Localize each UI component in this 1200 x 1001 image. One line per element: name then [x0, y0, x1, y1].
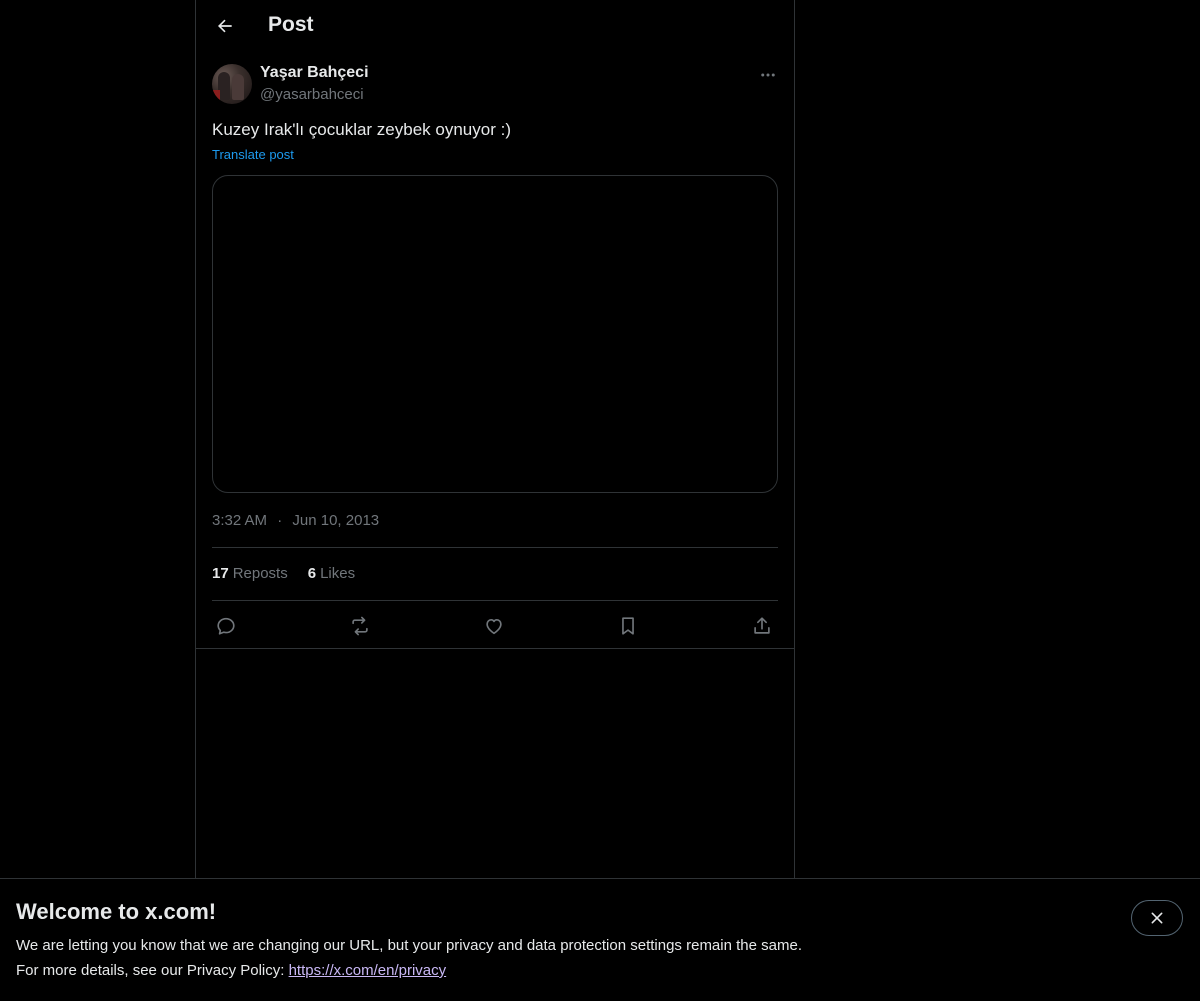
post-bottom-border — [196, 648, 794, 649]
like-button[interactable] — [480, 612, 508, 640]
post-header: Post — [196, 0, 794, 53]
author-handle[interactable]: @yasarbahceci — [260, 86, 364, 103]
timestamp-separator: · — [277, 512, 283, 529]
more-options-button[interactable] — [756, 64, 780, 86]
author-display-name[interactable]: Yaşar Bahçeci — [260, 64, 369, 82]
close-icon — [1151, 912, 1163, 924]
arrow-left-icon — [218, 19, 232, 33]
likes-stat[interactable]: 6 Likes — [308, 565, 355, 582]
reposts-count: 17 — [212, 565, 229, 582]
banner-privacy-line: For more details, see our Privacy Policy… — [16, 962, 446, 979]
close-banner-button[interactable] — [1131, 900, 1183, 936]
welcome-banner: Welcome to x.com! We are letting you kno… — [0, 878, 1200, 1001]
translate-post-link[interactable]: Translate post — [212, 147, 294, 162]
banner-message: We are letting you know that we are chan… — [16, 937, 802, 954]
page-title: Post — [268, 13, 314, 36]
main-column: Post Yaşar Bahçeci @yasarbahceci Kuzey I… — [195, 0, 795, 1000]
post-time: 3:32 AM — [212, 512, 268, 529]
more-dots-icon — [761, 73, 775, 77]
post-media[interactable] — [212, 175, 778, 493]
reposts-label: Reposts — [232, 565, 288, 582]
share-icon — [754, 617, 770, 634]
divider — [212, 547, 778, 548]
post-actions — [212, 612, 778, 640]
post-timestamp[interactable]: 3:32 AM · Jun 10, 2013 — [212, 512, 379, 529]
likes-count: 6 — [307, 565, 317, 582]
reply-icon — [217, 617, 235, 635]
banner-title: Welcome to x.com! — [16, 899, 217, 924]
like-icon — [486, 619, 502, 635]
post-stats: 17 Reposts 6 Likes — [212, 565, 355, 582]
avatar[interactable] — [212, 64, 252, 104]
repost-button[interactable] — [346, 612, 374, 640]
post-date: Jun 10, 2013 — [292, 512, 380, 529]
post-text: Kuzey Irak'lı çocuklar zeybek oynuyor :) — [212, 120, 511, 139]
privacy-policy-link[interactable]: https://x.com/en/privacy — [289, 962, 447, 979]
bookmark-button[interactable] — [614, 612, 642, 640]
banner-privacy-prefix: For more details, see our Privacy Policy… — [16, 962, 289, 979]
reply-button[interactable] — [212, 612, 240, 640]
likes-label: Likes — [320, 565, 356, 582]
repost-icon — [352, 616, 368, 636]
divider — [212, 600, 778, 601]
bookmark-icon — [622, 617, 634, 635]
back-button[interactable] — [208, 9, 242, 43]
share-button[interactable] — [748, 612, 776, 640]
reposts-stat[interactable]: 17 Reposts — [212, 565, 288, 582]
